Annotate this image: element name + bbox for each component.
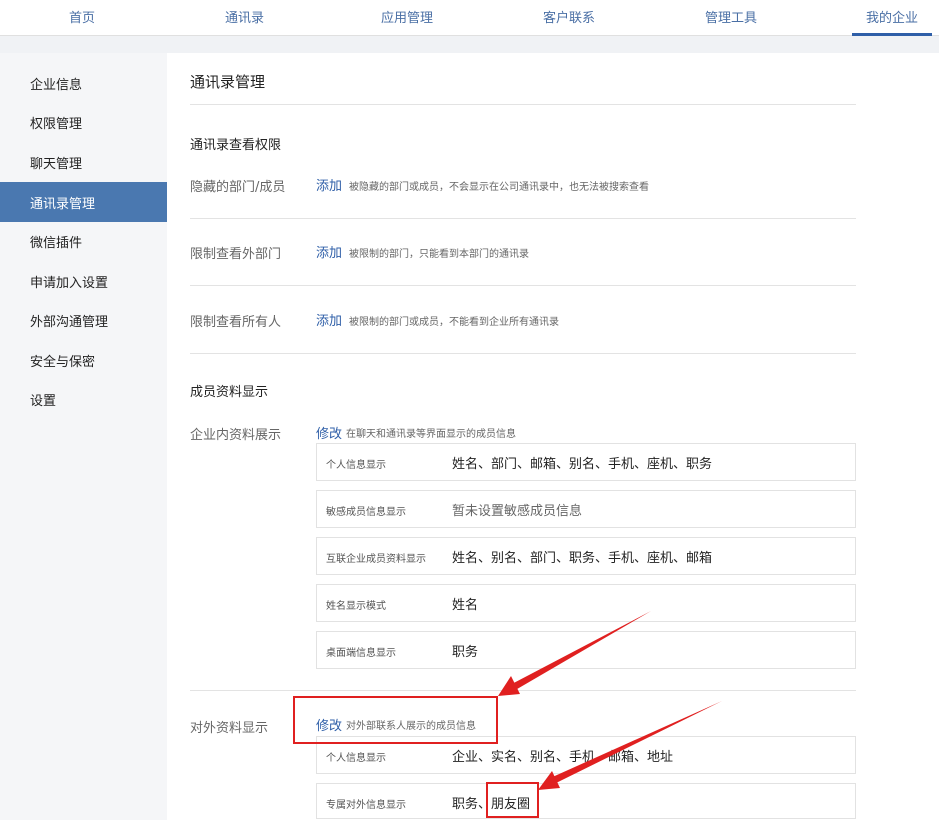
annotation-arrows xyxy=(498,611,722,790)
annotation-arrow xyxy=(538,701,722,790)
annotation-arrow xyxy=(498,611,651,696)
